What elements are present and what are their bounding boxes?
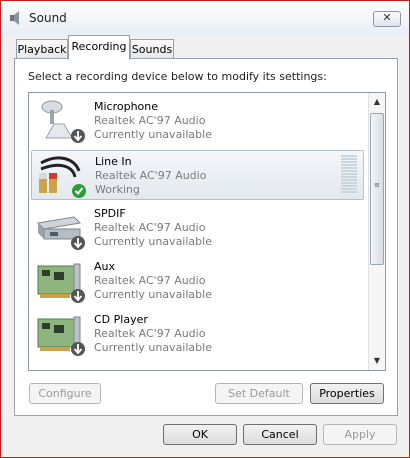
device-name: Line In [95, 155, 132, 168]
instruction-text: Select a recording device below to modif… [28, 70, 327, 83]
device-driver: Realtek AC'97 Audio [94, 274, 206, 287]
tab-playback[interactable]: Playback [16, 39, 68, 59]
scroll-down-icon[interactable]: ▼ [369, 353, 385, 369]
scroll-up-icon[interactable]: ▲ [369, 94, 385, 110]
device-list[interactable]: Microphone Realtek AC'97 Audio Currently… [28, 92, 386, 371]
window-title: Sound [29, 11, 67, 25]
device-status: Working [95, 183, 140, 196]
ok-button[interactable]: OK [163, 424, 237, 445]
device-driver: Realtek AC'97 Audio [94, 221, 206, 234]
title-bar[interactable]: Sound ✕ [1, 1, 409, 35]
configure-button[interactable]: Configure [29, 383, 101, 404]
down-arrow-badge [71, 236, 85, 250]
apply-button[interactable]: Apply [323, 424, 397, 445]
circuit-card-icon [37, 263, 85, 303]
device-item-microphone[interactable]: Microphone Realtek AC'97 Audio Currently… [31, 96, 365, 146]
device-item-line-in[interactable]: Line In Realtek AC'97 Audio Working [31, 150, 364, 200]
device-status: Currently unavailable [94, 235, 212, 248]
down-arrow-badge [71, 129, 85, 143]
tab-recording[interactable]: Recording [68, 35, 130, 60]
rca-cable-icon [39, 156, 86, 198]
device-item-spdif[interactable]: SPDIF Realtek AC'97 Audio Currently unav… [31, 203, 365, 253]
speaker-icon [10, 11, 19, 25]
device-status: Currently unavailable [94, 128, 212, 141]
close-button[interactable]: ✕ [373, 11, 401, 27]
microphone-icon [41, 100, 85, 143]
set-default-button[interactable]: Set Default [215, 383, 303, 404]
device-driver: Realtek AC'97 Audio [95, 169, 207, 182]
device-driver: Realtek AC'97 Audio [94, 327, 206, 340]
tab-sounds[interactable]: Sounds [130, 39, 174, 59]
properties-button[interactable]: Properties [310, 383, 384, 404]
device-list-scrollbar[interactable]: ▲ ≡ ▼ [368, 93, 385, 370]
device-name: Aux [94, 260, 116, 273]
green-check-badge [72, 184, 86, 198]
grip-icon: ≡ [374, 181, 380, 189]
sound-dialog: Sound ✕ Playback Recording Sounds Select… [0, 0, 410, 458]
spdif-device-icon [36, 216, 85, 250]
down-arrow-badge [71, 289, 85, 303]
device-name: SPDIF [94, 207, 126, 220]
device-driver: Realtek AC'97 Audio [94, 114, 206, 127]
device-name: Microphone [94, 100, 159, 113]
device-item-aux[interactable]: Aux Realtek AC'97 Audio Currently unavai… [31, 256, 365, 306]
device-status: Currently unavailable [94, 288, 212, 301]
device-item-cd-player[interactable]: CD Player Realtek AC'97 Audio Currently … [31, 309, 365, 359]
device-status: Currently unavailable [94, 341, 212, 354]
circuit-card-icon [37, 316, 85, 356]
down-arrow-badge [71, 342, 85, 356]
level-meter [341, 155, 357, 195]
cancel-button[interactable]: Cancel [243, 424, 317, 445]
scroll-thumb[interactable]: ≡ [370, 113, 384, 265]
device-name: CD Player [94, 313, 148, 326]
